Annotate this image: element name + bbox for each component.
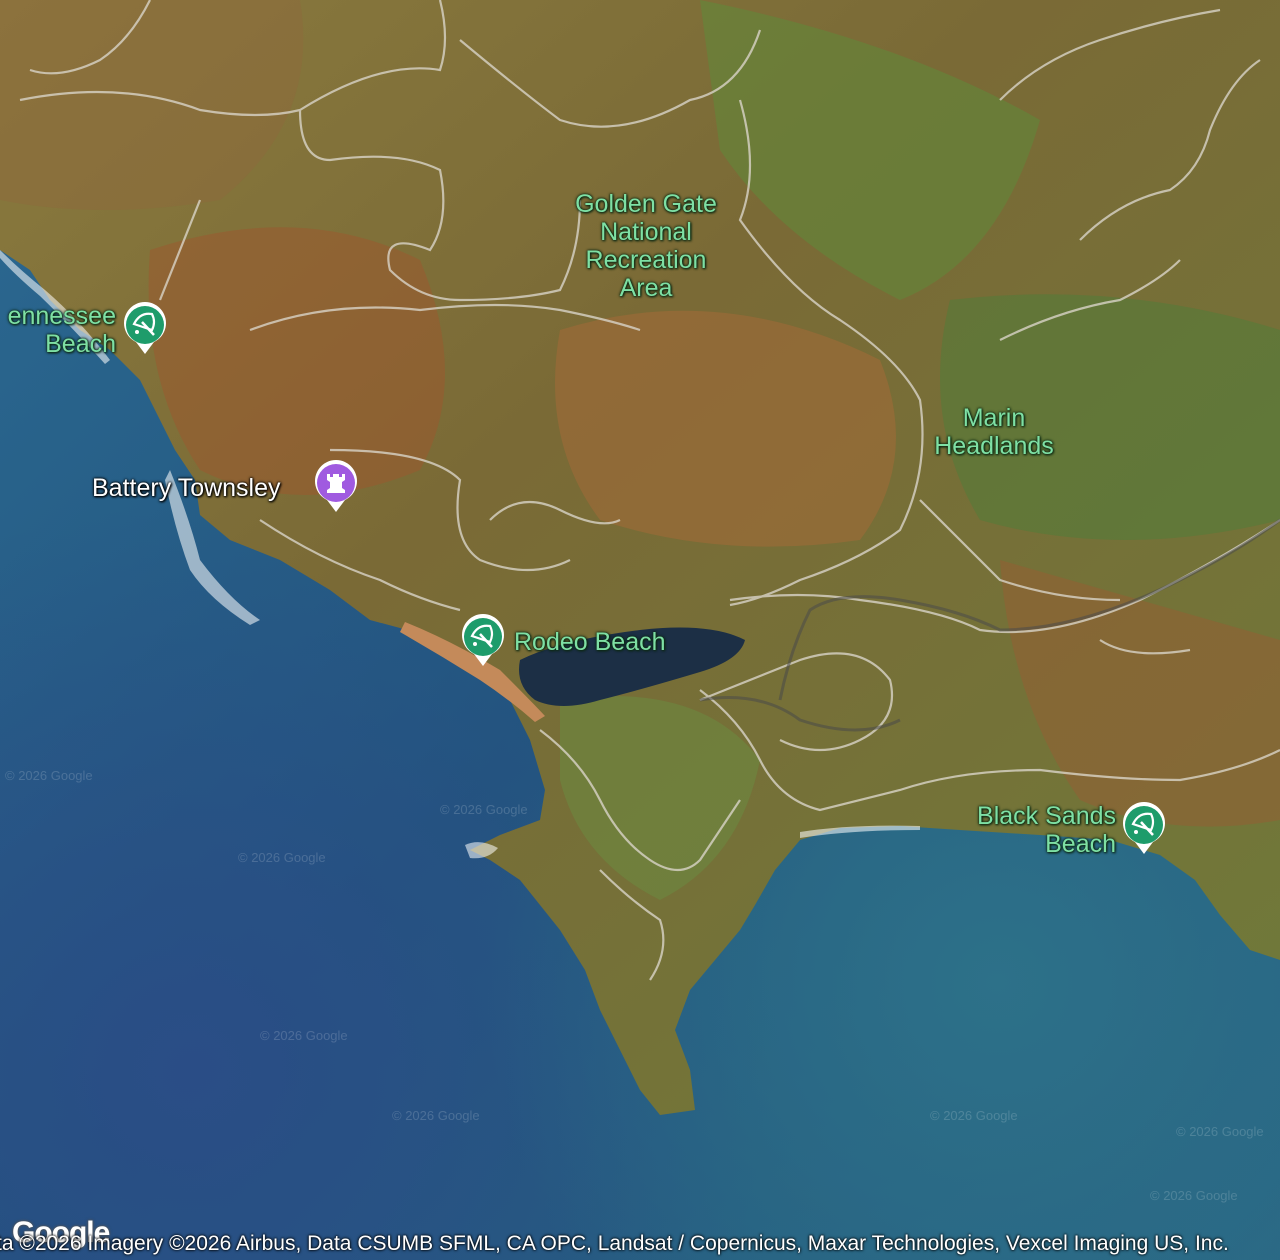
watermark: © 2026 Google bbox=[1150, 1188, 1238, 1203]
beach-pin-black-sands[interactable] bbox=[1121, 802, 1167, 856]
beach-pin-rodeo[interactable] bbox=[460, 614, 506, 668]
area-label-line: Golden Gate bbox=[575, 190, 717, 218]
place-label-line: Black Sands bbox=[977, 802, 1116, 830]
umbrella-icon bbox=[462, 614, 504, 666]
watermark: © 2026 Google bbox=[260, 1028, 348, 1043]
landmark-pin-battery-townsley[interactable] bbox=[313, 460, 359, 514]
area-label-marin-headlands: Marin Headlands bbox=[924, 404, 1064, 460]
area-label-line: Recreation bbox=[585, 246, 707, 274]
umbrella-icon bbox=[124, 302, 166, 354]
watermark: © 2026 Google bbox=[392, 1108, 480, 1123]
area-label-line: Headlands bbox=[934, 432, 1054, 460]
watermark: © 2026 Google bbox=[930, 1108, 1018, 1123]
beach-pin-tennessee[interactable] bbox=[122, 302, 168, 356]
watermark: © 2026 Google bbox=[238, 850, 326, 865]
umbrella-icon bbox=[1123, 802, 1165, 854]
place-label-line: Beach bbox=[45, 330, 116, 358]
watermark: © 2026 Google bbox=[5, 768, 93, 783]
watermark: © 2026 Google bbox=[440, 802, 528, 817]
area-label-line: Marin bbox=[962, 404, 1026, 432]
place-label-rodeo-beach[interactable]: Rodeo Beach bbox=[514, 628, 666, 656]
place-label-black-sands-beach[interactable]: Black Sands Beach bbox=[958, 802, 1116, 858]
area-label-ggnra: Golden Gate National Recreation Area bbox=[560, 190, 732, 302]
area-label-line: National bbox=[600, 218, 692, 246]
castle-tower-icon bbox=[315, 460, 357, 512]
place-label-tennessee-beach[interactable]: ennessee Beach bbox=[0, 302, 116, 358]
place-label-text: Rodeo Beach bbox=[514, 628, 666, 656]
place-label-line: Beach bbox=[1045, 830, 1116, 858]
map-attribution[interactable]: ta ©2026 Imagery ©2026 Airbus, Data CSUM… bbox=[0, 1232, 1229, 1256]
place-label-line: ennessee bbox=[7, 302, 116, 330]
place-label-battery-townsley[interactable]: Battery Townsley bbox=[92, 474, 281, 502]
place-label-text: Battery Townsley bbox=[92, 474, 281, 502]
area-label-line: Area bbox=[619, 274, 673, 302]
watermark: © 2026 Google bbox=[1176, 1124, 1264, 1139]
